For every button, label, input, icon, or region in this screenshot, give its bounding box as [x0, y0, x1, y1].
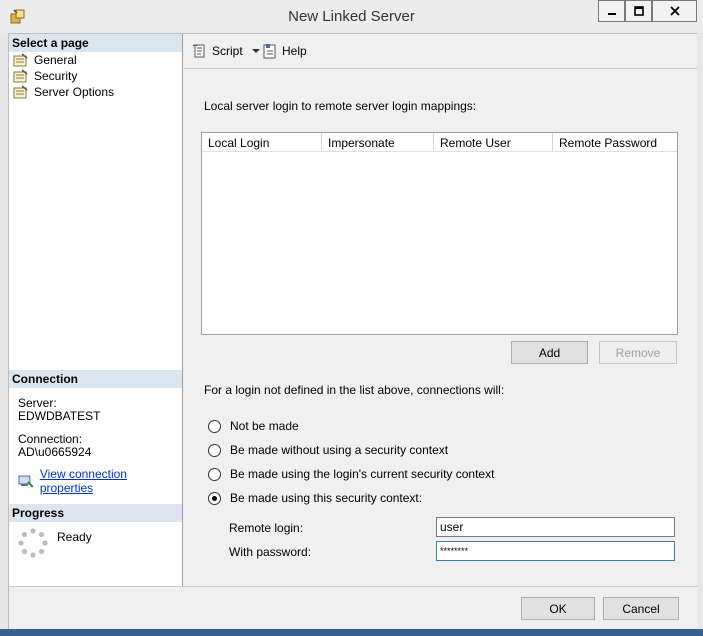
connection-header: Connection — [9, 370, 182, 388]
radio-button[interactable] — [208, 491, 221, 505]
mappings-caption: Local server login to remote server logi… — [204, 99, 477, 113]
login-mappings-grid[interactable]: Local Login Impersonate Remote User Remo… — [201, 132, 678, 335]
sidebar: Select a page General Security Server Op… — [9, 34, 183, 586]
remove-button[interactable]: Remove — [599, 341, 677, 364]
remote-login-label: Remote login: — [229, 521, 304, 535]
sidebar-item-server-options[interactable]: Server Options — [13, 84, 114, 100]
radio-current-security-context[interactable]: Be made using the login's current securi… — [208, 467, 494, 481]
column-header-remote-password[interactable]: Remote Password — [553, 133, 677, 151]
radio-label: Be made using this security context: — [230, 491, 423, 505]
dialog-client-area: Select a page General Security Server Op… — [8, 33, 698, 629]
dialog-window: New Linked Server Select a page General … — [0, 0, 703, 636]
radio-button[interactable] — [208, 419, 221, 433]
main-panel: Script Help Local server login to remote… — [184, 34, 697, 586]
chevron-down-icon[interactable] — [249, 46, 263, 56]
radio-button[interactable] — [208, 443, 221, 457]
close-icon — [669, 6, 680, 16]
help-button[interactable]: Help — [262, 43, 307, 59]
radio-label: Not be made — [230, 419, 299, 433]
password-input[interactable]: ******** — [436, 541, 675, 561]
radio-button[interactable] — [208, 467, 221, 481]
page-icon — [13, 85, 28, 99]
page-icon — [13, 53, 28, 67]
minimize-button[interactable] — [598, 0, 625, 22]
dialog-footer: OK Cancel — [9, 586, 698, 629]
maximize-button[interactable] — [625, 0, 652, 22]
window-bottom-border — [0, 629, 703, 636]
script-label: Script — [212, 44, 243, 58]
sidebar-item-label: Server Options — [34, 85, 115, 99]
grid-header: Local Login Impersonate Remote User Remo… — [202, 133, 677, 152]
security-page: Local server login to remote server logi… — [184, 70, 697, 586]
sidebar-item-label: Security — [34, 69, 78, 83]
sidebar-item-general[interactable]: General — [13, 52, 77, 68]
server-label: Server: — [18, 396, 57, 410]
toolbar: Script Help — [184, 34, 697, 69]
view-connection-link[interactable]: View connection properties — [40, 467, 182, 495]
radio-label: Be made without using a security context — [230, 443, 449, 457]
connection-properties-icon — [18, 475, 34, 488]
radio-this-security-context[interactable]: Be made using this security context: — [208, 491, 422, 505]
connection-value: AD\u0665924 — [18, 445, 92, 459]
script-icon — [192, 44, 205, 58]
progress-header: Progress — [9, 504, 182, 522]
help-label: Help — [282, 44, 307, 58]
minimize-icon — [607, 13, 616, 15]
help-icon — [263, 44, 276, 59]
radio-not-be-made[interactable]: Not be made — [208, 419, 299, 433]
ok-button[interactable]: OK — [521, 597, 595, 620]
server-value: EDWDBATEST — [18, 409, 101, 423]
sidebar-item-security[interactable]: Security — [13, 68, 77, 84]
sidebar-item-label: General — [34, 53, 77, 67]
column-header-impersonate[interactable]: Impersonate — [322, 133, 434, 151]
remote-login-input[interactable]: user — [436, 517, 675, 537]
page-icon — [13, 69, 28, 83]
cancel-button[interactable]: Cancel — [603, 597, 679, 620]
column-header-local-login[interactable]: Local Login — [202, 133, 322, 151]
undefined-login-caption: For a login not defined in the list abov… — [204, 383, 505, 397]
progress-spinner-icon — [18, 528, 48, 558]
close-button[interactable] — [652, 0, 697, 22]
progress-status: Ready — [57, 530, 92, 544]
select-page-header: Select a page — [9, 34, 182, 52]
title-bar[interactable]: New Linked Server — [0, 0, 703, 33]
maximize-icon — [633, 6, 644, 16]
radio-label: Be made using the login's current securi… — [230, 467, 495, 481]
add-button[interactable]: Add — [511, 341, 588, 364]
script-button[interactable]: Script — [192, 43, 263, 59]
column-header-remote-user[interactable]: Remote User — [434, 133, 553, 151]
view-connection-properties[interactable]: View connection properties — [18, 467, 182, 495]
radio-without-security-context[interactable]: Be made without using a security context — [208, 443, 448, 457]
password-label: With password: — [229, 545, 312, 559]
connection-label: Connection: — [18, 432, 83, 446]
